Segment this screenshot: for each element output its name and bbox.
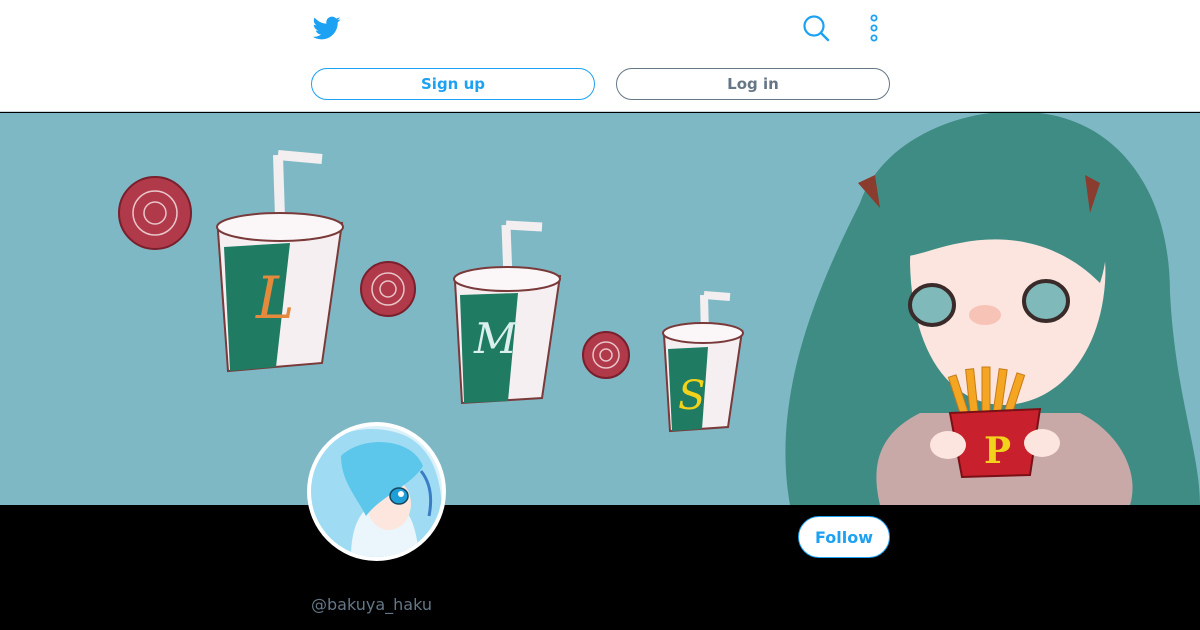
cup-letter-s: S	[678, 373, 705, 419]
banner-illustration: L M S P	[0, 113, 1200, 505]
log-in-button[interactable]: Log in	[616, 68, 890, 100]
page-title	[368, 18, 408, 47]
profile-header	[0, 505, 1200, 630]
more-vertical-icon[interactable]	[864, 14, 884, 42]
cup-letter-l: L	[255, 264, 295, 332]
search-icon[interactable]	[802, 14, 830, 42]
twitter-bird-icon[interactable]	[312, 14, 342, 42]
cup-letter-m: M	[473, 314, 518, 363]
fries-letter-p: P	[984, 430, 1011, 472]
follow-button[interactable]: Follow	[798, 516, 890, 558]
avatar[interactable]	[307, 422, 446, 561]
profile-banner[interactable]: L M S P	[0, 113, 1200, 505]
top-bar: Sign up Log in	[0, 0, 1200, 112]
user-handle: @bakuya_haku	[311, 595, 433, 614]
avatar-image	[311, 426, 442, 557]
sign-up-button[interactable]: Sign up	[311, 68, 595, 100]
